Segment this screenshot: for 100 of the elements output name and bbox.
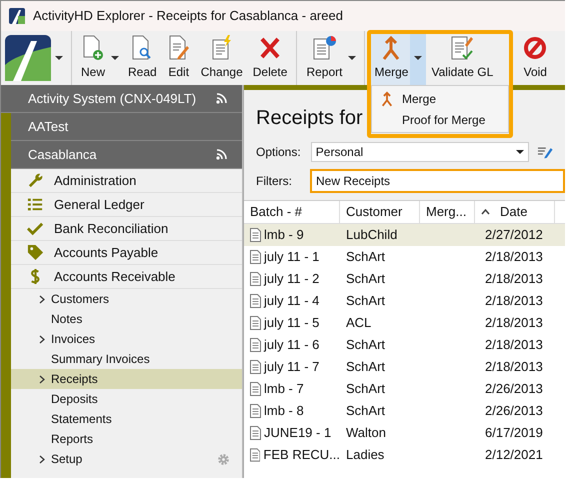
table-cell-text: lmb - 7	[264, 380, 304, 398]
wrench-icon	[27, 172, 44, 189]
table-cell-text: SchArt	[346, 270, 386, 288]
table-cell-text: 2/18/2013	[485, 336, 543, 354]
toolbar-button[interactable]: Delete	[248, 31, 292, 85]
document-icon	[250, 404, 261, 418]
table-cell-text: july 11 - 2	[264, 270, 320, 288]
nav-item[interactable]: Reports	[11, 429, 242, 449]
module-item[interactable]: Accounts Payable	[11, 241, 242, 265]
nav-item[interactable]: Setup	[11, 449, 242, 469]
prohibited-icon	[523, 35, 548, 61]
options-dropdown[interactable]: Personal	[310, 142, 530, 162]
table-cell-text: Walton	[346, 424, 386, 442]
table-cell-text: 2/18/2013	[485, 314, 543, 332]
nav-item[interactable]: Notes	[11, 309, 242, 329]
table-cell-text: SchArt	[346, 358, 386, 376]
close-icon	[258, 35, 282, 61]
table-cell-text: 2/18/2013	[485, 270, 543, 288]
table-cell-text: 2/27/2012	[485, 226, 543, 244]
table-cell-text: SchArt	[346, 292, 386, 310]
menu-item[interactable]: Merge	[372, 88, 508, 109]
caret-icon	[414, 56, 422, 60]
sort-ascending-icon	[481, 209, 490, 215]
toolbar-button[interactable]: Validate GL	[426, 31, 498, 85]
table-cell-text: lmb - 9	[264, 226, 304, 244]
table-cell-text: july 11 - 6	[264, 336, 320, 354]
table-cell-text: 2/26/2013	[485, 402, 543, 420]
toolbar-button[interactable]: Report	[301, 31, 344, 85]
module-item[interactable]: Accounts Receivable	[11, 265, 242, 289]
sidebar-section[interactable]: Activity System (CNX-049LT)	[1, 85, 242, 113]
table-cell-text: SchArt	[346, 248, 386, 266]
menu-item[interactable]: Proof for Merge	[372, 109, 508, 130]
table-cell-text: 2/18/2013	[485, 358, 543, 376]
nav-item[interactable]: Deposits	[11, 389, 242, 409]
table-cell-text: SchArt	[346, 402, 386, 420]
column-header[interactable]: Date	[475, 201, 555, 223]
nav-item[interactable]: Invoices	[11, 329, 242, 349]
sidebar-section[interactable]: AATest	[11, 113, 242, 141]
merge-arrow-icon	[380, 90, 394, 106]
toolbar-button[interactable]: New	[76, 31, 108, 85]
nav-item[interactable]: Customers	[11, 289, 242, 309]
table-cell-text: lmb - 8	[264, 402, 304, 420]
dropdown-arrow-button[interactable]	[410, 31, 426, 85]
document-icon	[250, 228, 261, 242]
chart-document-icon	[311, 35, 338, 61]
document-icon	[250, 360, 261, 374]
toolbar-button[interactable]: Void	[518, 31, 552, 85]
document-icon	[250, 382, 261, 396]
table-cell-text: FEB RECU...	[263, 446, 340, 464]
chevron-icon[interactable]	[39, 454, 45, 464]
table-row[interactable]: lmb - 9 LubChild 2/27/2012	[244, 224, 565, 246]
caret-icon	[111, 56, 120, 60]
chevron-icon[interactable]	[39, 374, 45, 384]
table-cell-text: Ladies	[346, 446, 384, 464]
nav-item[interactable]: Summary Invoices	[11, 349, 242, 369]
pencil-document-icon	[166, 35, 191, 61]
toolbar-button[interactable]: Change	[196, 31, 248, 85]
module-item[interactable]: Bank Reconciliation	[11, 217, 242, 241]
table-cell-text: july 11 - 1	[264, 248, 320, 266]
checkmark-icon	[27, 220, 44, 237]
table-cell-text: SchArt	[346, 380, 386, 398]
column-header[interactable]: Customer	[340, 201, 420, 223]
caret-icon	[516, 150, 524, 154]
edit-list-icon[interactable]	[537, 145, 553, 159]
checked-document-icon	[449, 35, 476, 61]
chevron-icon[interactable]	[39, 294, 45, 304]
document-icon	[250, 250, 261, 264]
tag-icon	[27, 244, 44, 261]
table-cell-text: LubChild	[346, 226, 398, 244]
document-icon	[250, 272, 261, 286]
document-icon	[250, 294, 261, 308]
document-icon	[250, 338, 261, 352]
module-item[interactable]: Administration	[11, 169, 242, 193]
table-cell-text: JUNE19 - 1	[264, 424, 332, 442]
table-cell-text: 2/26/2013	[485, 380, 543, 398]
table-cell-text: july 11 - 7	[264, 358, 320, 376]
filters-label: Filters:	[256, 173, 293, 190]
window-title: ActivityHD Explorer - Receipts for Casablanca - areed	[33, 7, 343, 26]
page-heading: Receipts for	[256, 106, 363, 131]
column-header[interactable]: Batch - #	[244, 201, 340, 223]
document-icon	[250, 426, 261, 440]
logo-menu-caret-icon[interactable]	[55, 56, 63, 60]
sidebar-section[interactable]: Casablanca	[11, 141, 242, 169]
list-icon	[27, 196, 44, 213]
toolbar-button[interactable]: Edit	[162, 31, 196, 85]
filters-field[interactable]: New Receipts	[310, 169, 565, 193]
table-cell-text: 2/18/2013	[485, 248, 543, 266]
app-logo[interactable]	[5, 35, 51, 81]
chevron-icon[interactable]	[39, 334, 45, 344]
table-cell-text: 2/12/2021	[485, 446, 543, 464]
module-item[interactable]: General Ledger	[11, 193, 242, 217]
document-icon	[250, 448, 260, 462]
feed-icon	[216, 93, 227, 104]
table-cell-text: ACL	[346, 314, 372, 332]
toolbar-button[interactable]: Merge	[369, 31, 410, 85]
nav-item[interactable]: Receipts	[11, 369, 242, 389]
nav-item[interactable]: Statements	[11, 409, 242, 429]
column-header[interactable]: Merg...	[420, 201, 475, 223]
toolbar-button[interactable]: Read	[123, 31, 162, 85]
caret-icon	[348, 56, 356, 60]
